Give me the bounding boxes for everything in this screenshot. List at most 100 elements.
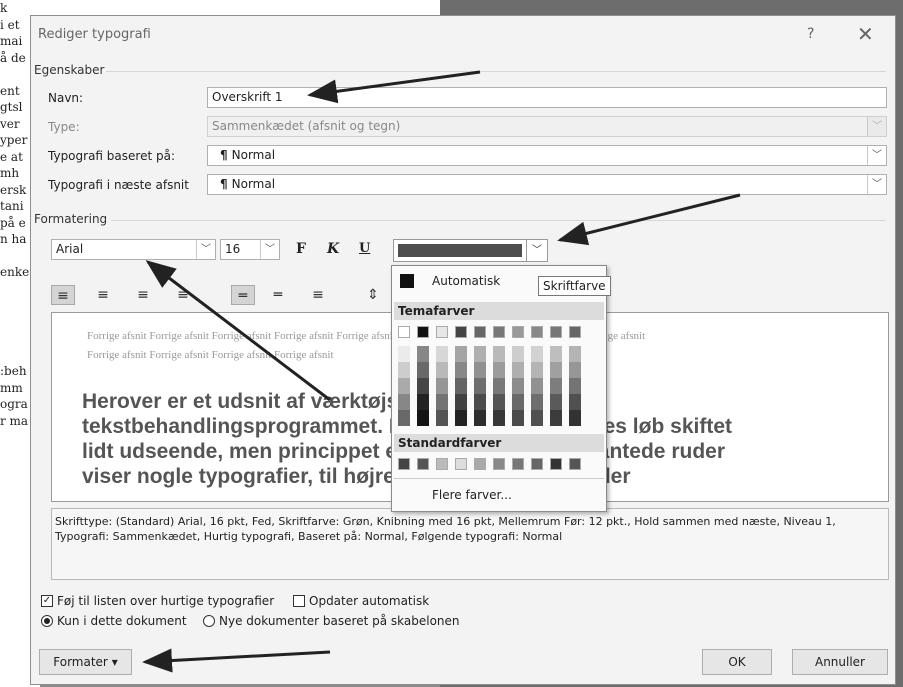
theme-color-shade-swatch[interactable]: [550, 346, 562, 362]
font-color-picker[interactable]: ﹀: [393, 239, 548, 262]
align-left-icon[interactable]: ≡: [51, 285, 75, 305]
theme-color-shade-swatch[interactable]: [531, 378, 543, 394]
theme-color-swatch[interactable]: [455, 326, 467, 338]
theme-color-shade-swatch[interactable]: [417, 378, 429, 394]
theme-color-swatch[interactable]: [436, 326, 448, 338]
theme-color-shade-swatch[interactable]: [531, 362, 543, 378]
theme-color-shade-swatch[interactable]: [531, 394, 543, 410]
theme-color-swatch[interactable]: [417, 326, 429, 338]
theme-color-shade-swatch[interactable]: [493, 362, 505, 378]
theme-color-shade-swatch[interactable]: [531, 410, 543, 426]
standard-color-swatch[interactable]: [512, 458, 524, 470]
standard-color-swatch[interactable]: [531, 458, 543, 470]
automatic-color-option[interactable]: Automatisk: [432, 274, 500, 288]
theme-color-swatch[interactable]: [531, 326, 543, 338]
theme-color-shade-swatch[interactable]: [474, 362, 486, 378]
theme-color-shade-swatch[interactable]: [417, 410, 429, 426]
size-select[interactable]: 16 ﹀: [220, 239, 280, 260]
auto-update-checkbox[interactable]: Opdater automatisk: [293, 594, 429, 608]
chevron-down-icon[interactable]: ﹀: [867, 175, 886, 194]
name-input[interactable]: Overskrift 1: [207, 87, 887, 108]
theme-color-shade-swatch[interactable]: [493, 410, 505, 426]
based-on-select[interactable]: ¶ Normal ﹀: [207, 145, 887, 166]
theme-color-shade-swatch[interactable]: [455, 394, 467, 410]
more-colors-option[interactable]: Flere farver...: [432, 488, 512, 502]
theme-color-shade-swatch[interactable]: [474, 410, 486, 426]
bold-button[interactable]: F: [296, 241, 306, 257]
theme-color-shade-swatch[interactable]: [436, 346, 448, 362]
theme-color-shade-swatch[interactable]: [398, 378, 410, 394]
theme-color-shade-swatch[interactable]: [474, 378, 486, 394]
standard-color-swatch[interactable]: [569, 458, 581, 470]
theme-color-shade-swatch[interactable]: [398, 394, 410, 410]
theme-color-shade-swatch[interactable]: [398, 410, 410, 426]
theme-color-swatch[interactable]: [398, 326, 410, 338]
double-spacing-icon[interactable]: ≡: [306, 285, 330, 305]
theme-color-shade-swatch[interactable]: [436, 410, 448, 426]
italic-button[interactable]: K: [327, 241, 339, 257]
theme-color-shade-swatch[interactable]: [493, 394, 505, 410]
chevron-down-icon[interactable]: ﹀: [867, 146, 886, 165]
theme-color-shade-swatch[interactable]: [512, 346, 524, 362]
theme-color-shade-swatch[interactable]: [417, 362, 429, 378]
theme-color-shade-swatch[interactable]: [455, 378, 467, 394]
theme-color-shade-swatch[interactable]: [569, 394, 581, 410]
font-select[interactable]: Arial ﹀: [51, 239, 216, 260]
standard-color-swatch[interactable]: [417, 458, 429, 470]
theme-color-shade-swatch[interactable]: [455, 346, 467, 362]
standard-color-swatch[interactable]: [398, 458, 410, 470]
help-button[interactable]: ?: [807, 26, 814, 42]
theme-color-shade-swatch[interactable]: [531, 346, 543, 362]
theme-color-shade-swatch[interactable]: [550, 378, 562, 394]
theme-color-shade-swatch[interactable]: [512, 410, 524, 426]
theme-color-shade-swatch[interactable]: [512, 394, 524, 410]
theme-color-shade-swatch[interactable]: [512, 378, 524, 394]
theme-color-shade-swatch[interactable]: [417, 346, 429, 362]
theme-color-swatch[interactable]: [474, 326, 486, 338]
theme-color-shade-swatch[interactable]: [493, 346, 505, 362]
single-spacing-icon[interactable]: ═: [231, 285, 255, 305]
chevron-down-icon[interactable]: ﹀: [526, 240, 547, 261]
standard-color-swatch[interactable]: [436, 458, 448, 470]
theme-color-shade-swatch[interactable]: [512, 362, 524, 378]
cancel-button[interactable]: Annuller: [792, 649, 888, 675]
theme-color-shade-swatch[interactable]: [550, 362, 562, 378]
new-documents-radio[interactable]: Nye dokumenter baseret på skabelonen: [203, 614, 460, 628]
align-center-icon[interactable]: ≡: [91, 285, 115, 305]
theme-color-shade-swatch[interactable]: [398, 362, 410, 378]
theme-color-shade-swatch[interactable]: [455, 410, 467, 426]
theme-color-swatch[interactable]: [493, 326, 505, 338]
underline-button[interactable]: U: [359, 241, 370, 256]
standard-color-swatch[interactable]: [474, 458, 486, 470]
space-before-icon[interactable]: ⇕: [361, 285, 385, 305]
theme-color-shade-swatch[interactable]: [455, 362, 467, 378]
theme-color-shade-swatch[interactable]: [569, 362, 581, 378]
chevron-down-icon[interactable]: ﹀: [196, 240, 215, 259]
standard-color-swatch[interactable]: [550, 458, 562, 470]
automatic-color-swatch[interactable]: [400, 274, 414, 288]
theme-color-shade-swatch[interactable]: [550, 410, 562, 426]
close-button[interactable]: ✕: [857, 22, 874, 46]
theme-color-shade-swatch[interactable]: [398, 346, 410, 362]
only-this-document-radio[interactable]: Kun i dette dokument: [41, 614, 187, 628]
next-style-select[interactable]: ¶ Normal ﹀: [207, 174, 887, 195]
align-right-icon[interactable]: ≡: [131, 285, 155, 305]
standard-color-swatch[interactable]: [493, 458, 505, 470]
theme-color-shade-swatch[interactable]: [417, 394, 429, 410]
theme-color-shade-swatch[interactable]: [493, 378, 505, 394]
theme-color-shade-swatch[interactable]: [436, 378, 448, 394]
theme-color-shade-swatch[interactable]: [569, 410, 581, 426]
chevron-down-icon[interactable]: ﹀: [260, 240, 279, 259]
theme-color-swatch[interactable]: [569, 326, 581, 338]
theme-color-shade-swatch[interactable]: [436, 362, 448, 378]
theme-color-shade-swatch[interactable]: [569, 346, 581, 362]
theme-color-swatch[interactable]: [512, 326, 524, 338]
theme-color-shade-swatch[interactable]: [436, 394, 448, 410]
theme-color-shade-swatch[interactable]: [550, 394, 562, 410]
ok-button[interactable]: OK: [702, 649, 772, 675]
add-quick-styles-checkbox[interactable]: ✓ Føj til listen over hurtige typografier: [41, 594, 274, 608]
theme-color-shade-swatch[interactable]: [474, 346, 486, 362]
theme-color-shade-swatch[interactable]: [474, 394, 486, 410]
one-half-spacing-icon[interactable]: ═: [266, 285, 290, 305]
theme-color-swatch[interactable]: [550, 326, 562, 338]
